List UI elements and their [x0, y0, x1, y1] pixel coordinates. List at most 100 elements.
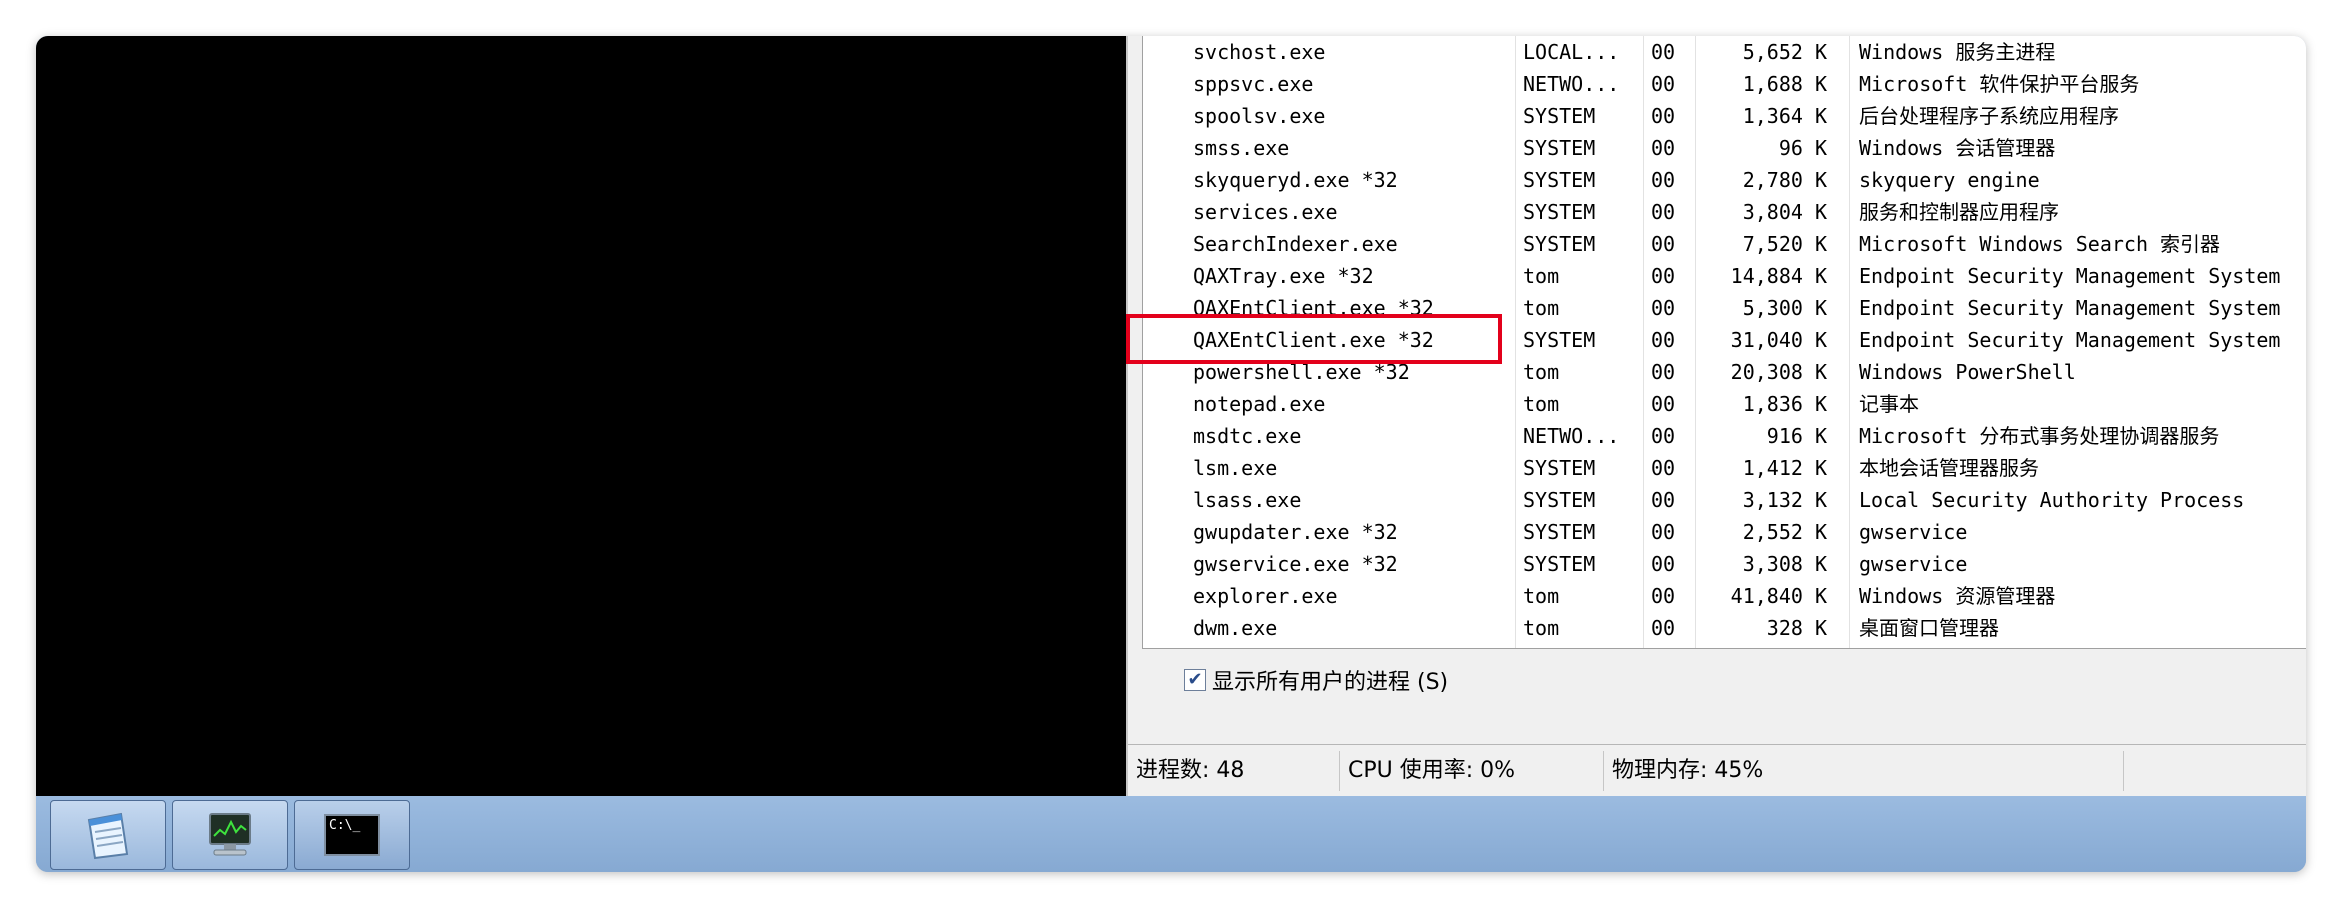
process-memory: 1,836 K [1742, 392, 1827, 416]
taskbar: C:\_ [36, 796, 2306, 872]
taskbar-command-prompt-button[interactable]: C:\_ [294, 800, 410, 870]
process-description: 本地会话管理器服务 [1859, 456, 2039, 480]
process-cpu: 00 [1651, 72, 1676, 96]
process-memory: 5,300 K [1742, 296, 1827, 320]
show-all-users-checkbox[interactable]: ✔ 显示所有用户的进程 (S) [1184, 664, 1448, 696]
process-user: SYSTEM [1523, 456, 1596, 480]
process-row[interactable]: dwm.exe tom 00 328 K 桌面窗口管理器 [1143, 612, 2306, 644]
process-user: LOCAL... [1523, 40, 1620, 64]
process-row[interactable]: notepad.exe tom 00 1,836 K 记事本 [1143, 388, 2306, 420]
process-row[interactable]: lsass.exe SYSTEM 00 3,132 K Local Security A… [1143, 484, 2306, 516]
process-memory: 31,040 K [1730, 328, 1827, 352]
process-memory: 14,884 K [1730, 264, 1827, 288]
status-bar: 进程数: 48 CPU 使用率: 0% 物理内存: 45% [1128, 744, 2306, 797]
process-description: Endpoint Security Management System [1859, 328, 2281, 352]
process-user: tom [1523, 264, 1560, 288]
process-description: Microsoft 分布式事务处理协调器服务 [1859, 424, 2220, 448]
process-memory: 3,132 K [1742, 488, 1827, 512]
process-name: QAXTray.exe *32 [1193, 264, 1374, 288]
process-row[interactable]: smss.exe SYSTEM 00 96 K Windows 会话管理器 [1143, 132, 2306, 164]
taskbar-task-manager-button[interactable] [172, 800, 288, 870]
process-description: Local Security Authority Process [1859, 488, 2245, 512]
process-memory: 1,412 K [1742, 456, 1827, 480]
process-name: dwm.exe [1193, 616, 1278, 640]
process-description: Windows 会话管理器 [1859, 136, 2056, 160]
process-row[interactable]: msdtc.exe NETWO... 00 916 K Microsoft 分布式事务处… [1143, 420, 2306, 452]
process-description: 桌面窗口管理器 [1859, 616, 1999, 640]
notepad-icon [87, 812, 129, 860]
process-cpu: 00 [1651, 520, 1676, 544]
process-user: tom [1523, 616, 1560, 640]
process-row[interactable]: sppsvc.exe NETWO... 00 1,688 K Microsoft 软件保… [1143, 68, 2306, 100]
show-all-users-label: 显示所有用户的进程 (S) [1212, 670, 1449, 695]
process-name: SearchIndexer.exe [1193, 232, 1398, 256]
process-user: SYSTEM [1523, 488, 1596, 512]
process-cpu: 00 [1651, 456, 1676, 480]
process-row[interactable]: spoolsv.exe SYSTEM 00 1,364 K 后台处理程序子系统应用程序 [1143, 100, 2306, 132]
process-memory: 2,780 K [1742, 168, 1827, 192]
process-user: SYSTEM [1523, 552, 1596, 576]
process-description: Windows PowerShell [1859, 360, 2076, 384]
status-physical-memory: 物理内存: 45% [1604, 751, 2124, 791]
screen-frame: svchost.exe LOCAL... 00 5,652 K Windows 服务主进… [36, 36, 2306, 872]
process-row[interactable]: explorer.exe tom 00 41,840 K Windows 资源管理器 [1143, 580, 2306, 612]
process-name: spoolsv.exe [1193, 104, 1326, 128]
process-cpu: 00 [1651, 264, 1676, 288]
process-memory: 96 K [1778, 136, 1827, 160]
process-description: Windows 服务主进程 [1859, 40, 2056, 64]
process-description: skyquery engine [1859, 168, 2040, 192]
process-row[interactable]: svchost.exe LOCAL... 00 5,652 K Windows 服务主进… [1143, 36, 2306, 68]
process-cpu: 00 [1651, 552, 1676, 576]
checkbox-checked-icon[interactable]: ✔ [1184, 669, 1206, 691]
process-memory: 41,840 K [1730, 584, 1827, 608]
process-user: tom [1523, 392, 1560, 416]
process-name: gwupdater.exe *32 [1193, 520, 1398, 544]
process-name: explorer.exe [1193, 584, 1338, 608]
process-description: Microsoft Windows Search 索引器 [1859, 232, 2221, 256]
process-name: msdtc.exe [1193, 424, 1302, 448]
process-description: Windows 资源管理器 [1859, 584, 2056, 608]
process-cpu: 00 [1651, 424, 1676, 448]
process-row[interactable]: lsm.exe SYSTEM 00 1,412 K 本地会话管理器服务 [1143, 452, 2306, 484]
process-description: Endpoint Security Management System [1859, 296, 2281, 320]
process-name: gwservice.exe *32 [1193, 552, 1398, 576]
status-process-count: 进程数: 48 [1128, 751, 1340, 791]
process-memory: 3,804 K [1742, 200, 1827, 224]
process-user: SYSTEM [1523, 520, 1596, 544]
process-user: SYSTEM [1523, 232, 1596, 256]
process-cpu: 00 [1651, 296, 1676, 320]
process-memory: 328 K [1766, 616, 1827, 640]
process-user: SYSTEM [1523, 200, 1596, 224]
process-name: smss.exe [1193, 136, 1290, 160]
command-prompt-icon: C:\_ [324, 814, 380, 856]
powershell-highlight-box [1126, 314, 1502, 364]
process-memory: 5,652 K [1742, 40, 1827, 64]
process-cpu: 00 [1651, 360, 1676, 384]
command-prompt-glyph: C:\_ [329, 818, 361, 833]
process-user: SYSTEM [1523, 136, 1596, 160]
process-row[interactable]: services.exe SYSTEM 00 3,804 K 服务和控制器应用程序 [1143, 196, 2306, 228]
process-user: NETWO... [1523, 424, 1620, 448]
process-name: svchost.exe [1193, 40, 1326, 64]
process-name: services.exe [1193, 200, 1338, 224]
task-manager-icon [209, 813, 251, 856]
taskbar-notepad-button[interactable] [50, 800, 166, 870]
process-user: tom [1523, 296, 1560, 320]
process-cpu: 00 [1651, 328, 1676, 352]
process-memory: 3,308 K [1742, 552, 1827, 576]
process-user: tom [1523, 584, 1560, 608]
process-row[interactable]: gwupdater.exe *32 SYSTEM 00 2,552 K gwservic… [1143, 516, 2306, 548]
process-cpu: 00 [1651, 104, 1676, 128]
process-row[interactable]: gwservice.exe *32 SYSTEM 00 3,308 K gwservic… [1143, 548, 2306, 580]
process-memory: 2,552 K [1742, 520, 1827, 544]
process-cpu: 00 [1651, 168, 1676, 192]
process-user: NETWO... [1523, 72, 1620, 96]
process-cpu: 00 [1651, 200, 1676, 224]
process-cpu: 00 [1651, 488, 1676, 512]
task-manager-window: svchost.exe LOCAL... 00 5,652 K Windows 服务主进… [1126, 36, 2306, 797]
console-window[interactable] [36, 36, 1126, 796]
process-memory: 20,308 K [1730, 360, 1827, 384]
process-row[interactable]: QAXTray.exe *32 tom 00 14,884 K Endpoint Sec… [1143, 260, 2306, 292]
process-row[interactable]: skyqueryd.exe *32 SYSTEM 00 2,780 K skyquery… [1143, 164, 2306, 196]
process-row[interactable]: SearchIndexer.exe SYSTEM 00 7,520 K Microsof… [1143, 228, 2306, 260]
